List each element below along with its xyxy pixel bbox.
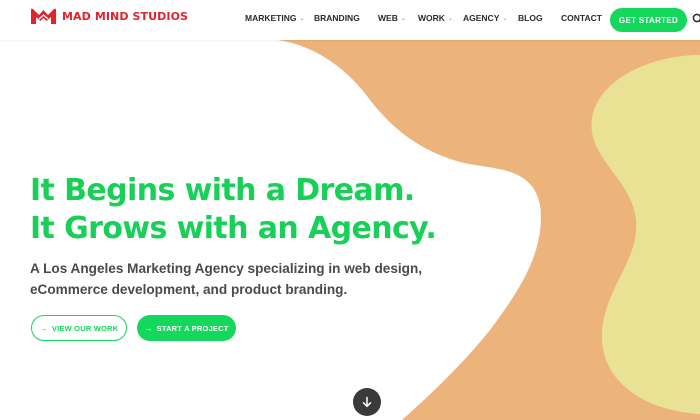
nav-item-label: CONTACT — [561, 13, 602, 23]
nav-item-label: WEB — [378, 13, 398, 23]
subtitle-line-1: A Los Angeles Marketing Agency specializ… — [30, 261, 423, 276]
chevron-down-icon: ⌄ — [447, 15, 453, 22]
nav-item-web[interactable]: WEB ⌄ — [378, 13, 406, 23]
start-a-project-button[interactable]: → START A PROJECT — [137, 315, 236, 341]
arrow-right-icon: → — [144, 323, 153, 333]
view-our-work-button[interactable]: → VIEW OUR WORK — [31, 315, 127, 341]
subtitle-line-2: eCommerce development, and product brand… — [30, 282, 348, 297]
nav-item-marketing[interactable]: MARKETING ⌄ — [245, 13, 305, 23]
chevron-down-icon: ⌄ — [299, 15, 305, 22]
top-navigation: MAD MIND STUDIOS MARKETING ⌄ BRANDING WE… — [0, 0, 700, 40]
nav-item-work[interactable]: WORK ⌄ — [418, 13, 453, 23]
scroll-down-button[interactable] — [353, 388, 381, 416]
arrow-right-icon: → — [39, 323, 48, 333]
hero-headline: It Begins with a Dream. It Grows with an… — [30, 172, 437, 248]
get-started-button[interactable]: GET STARTED — [610, 8, 687, 32]
nav-item-label: BRANDING — [314, 13, 360, 23]
headline-line-1: It Begins with a Dream. — [30, 173, 415, 208]
nav-item-agency[interactable]: AGENCY ⌄ — [463, 13, 507, 23]
nav-item-label: BLOG — [518, 13, 543, 23]
chevron-down-icon: ⌄ — [502, 15, 508, 22]
button-label: START A PROJECT — [156, 323, 229, 333]
hero-headline-block: It Begins with a Dream. It Grows with an… — [30, 172, 437, 248]
headline-line-2: It Grows with an Agency. — [30, 211, 437, 246]
main-menu: MARKETING ⌄ BRANDING WEB ⌄ WORK ⌄ AGENCY… — [0, 13, 700, 27]
nav-item-blog[interactable]: BLOG — [518, 13, 543, 23]
button-label: VIEW OUR WORK — [51, 323, 119, 333]
arrow-down-icon — [362, 396, 372, 408]
chevron-down-icon: ⌄ — [400, 15, 406, 22]
nav-item-branding[interactable]: BRANDING — [314, 13, 360, 23]
search-icon[interactable] — [692, 13, 700, 25]
nav-item-label: AGENCY — [463, 13, 500, 23]
nav-item-label: WORK — [418, 13, 445, 23]
hero-subtitle: A Los Angeles Marketing Agency specializ… — [30, 258, 430, 300]
nav-item-contact[interactable]: CONTACT — [561, 13, 602, 23]
nav-item-label: MARKETING — [245, 13, 297, 23]
